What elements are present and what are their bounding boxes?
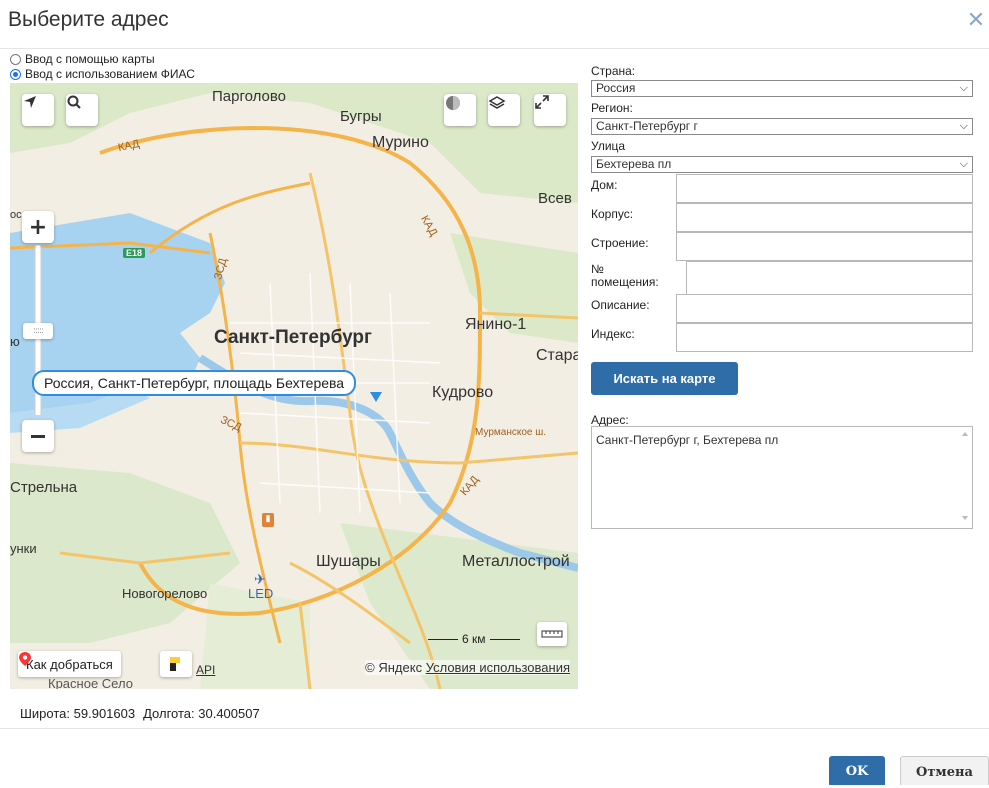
layers-button[interactable] (488, 94, 520, 126)
map-label-yanino: Янино-1 (465, 316, 527, 333)
copyright-text: © Яндекс (365, 660, 423, 675)
map-label-murino: Мурино (372, 134, 429, 151)
search-on-map-button[interactable]: Искать на карте (591, 362, 738, 395)
expand-icon (535, 95, 549, 109)
map-label-pargolovo: Парголово (212, 88, 287, 105)
route-button[interactable]: Как добраться (18, 651, 121, 677)
chevron-down-icon: ⌵ (959, 158, 968, 170)
api-link[interactable]: API (196, 663, 215, 677)
map-label-murmansk-hwy: Мурманское ш. (475, 427, 547, 438)
arrow-icon (24, 96, 36, 108)
map-label-airport: LED (248, 586, 274, 601)
latitude: Широта: 59.901603 (20, 706, 136, 721)
street-select[interactable]: Бехтерева пл ⌵ (591, 156, 973, 173)
plus-icon: + (28, 214, 48, 240)
house-label: Дом: (591, 178, 618, 192)
country-select[interactable]: Россия ⌵ (591, 80, 973, 97)
address-label: Адрес: (591, 413, 629, 427)
chevron-down-icon: ⌵ (959, 82, 968, 94)
address-textarea[interactable]: Санкт-Петербург г, Бехтерева пл (591, 426, 973, 529)
map-label-os: ос (10, 209, 22, 221)
map-label-novogorelovo: Новогорелово (122, 586, 208, 601)
traffic-icon (446, 96, 460, 110)
building-input[interactable] (676, 203, 973, 232)
radio-button[interactable] (10, 53, 21, 65)
street-value: Бехтерева пл (596, 157, 672, 171)
address-balloon[interactable]: Россия, Санкт-Петербург, площадь Бехтере… (32, 370, 357, 396)
grip-icon: ::::: (32, 326, 44, 336)
map-view[interactable]: Парголово Бугры Мурино Всев Санкт-Петерб… (10, 83, 578, 689)
structure-label: Строение: (591, 236, 649, 250)
zoom-in-button[interactable]: + (22, 211, 54, 243)
balloon-pointer (370, 392, 382, 402)
search-icon (67, 95, 81, 109)
ruler-icon (541, 630, 563, 638)
textarea-scrollbar[interactable] (958, 427, 972, 528)
map-label-kudrovo: Кудрово (432, 384, 494, 401)
house-input[interactable] (676, 174, 973, 203)
map-label-shushary: Шушары (316, 553, 381, 570)
radio-fias-mode[interactable]: Ввод с использованием ФИАС (10, 67, 195, 81)
layers-icon (488, 96, 506, 109)
radio-button-selected[interactable] (10, 68, 21, 80)
map-label-vsevolozhsk: Всев (538, 190, 572, 207)
map-label-strelna: Стрельна (10, 479, 78, 496)
route-label: Как добраться (26, 656, 113, 672)
map-label-metallostroy: Металлострой (462, 553, 570, 570)
chevron-down-icon: ⌵ (959, 120, 968, 132)
map-label-e18: E18 (123, 248, 146, 258)
footer-divider (0, 728, 989, 729)
map-label-unki: унки (10, 541, 37, 556)
region-value: Санкт-Петербург г (596, 119, 698, 133)
building-label: Корпус: (591, 207, 634, 221)
description-label: Описание: (591, 298, 650, 312)
map-label-spb: Санкт-Петербург (214, 327, 372, 348)
region-select[interactable]: Санкт-Петербург г ⌵ (591, 118, 973, 135)
scale-bar-left (428, 638, 458, 640)
fullscreen-button[interactable] (534, 94, 566, 126)
map-copyright: © Яндекс Условия использования (365, 660, 570, 675)
dialog-title: Выберите адрес (8, 8, 169, 31)
map-search-button[interactable] (66, 94, 98, 126)
radio-label: Ввод с помощью карты (25, 52, 155, 66)
airport-icon: ✈ (254, 571, 266, 587)
road-marker-icon: ▮ (262, 513, 274, 527)
index-input[interactable] (676, 323, 973, 352)
country-value: Россия (596, 81, 636, 95)
zoom-slider-handle[interactable]: ::::: (23, 323, 53, 339)
scale-label: 6 км (462, 632, 486, 646)
street-label: Улица (591, 139, 626, 153)
title-divider (0, 48, 989, 49)
radio-label: Ввод с использованием ФИАС (25, 67, 195, 81)
yandex-logo-icon (170, 657, 180, 671)
terms-link[interactable]: Условия использования (426, 660, 570, 675)
country-label: Страна: (591, 64, 636, 78)
map-label-bugry: Бугры (340, 108, 382, 125)
radio-map-mode[interactable]: Ввод с помощью карты (10, 52, 155, 66)
map-scale: 6 км (428, 632, 520, 646)
ruler-button[interactable] (537, 622, 567, 646)
close-icon[interactable]: ✕ (965, 10, 987, 32)
map-label-yu: ю (10, 334, 20, 349)
location-pin-icon (19, 652, 31, 666)
scale-bar-right (489, 638, 520, 640)
room-label: № помещения: (591, 262, 659, 289)
coordinates-readout: Широта: 59.901603 Долгота: 30.400507 (20, 706, 260, 721)
description-input[interactable] (676, 294, 973, 323)
address-value: Санкт-Петербург г, Бехтерева пл (596, 433, 779, 447)
ok-button[interactable]: OK (829, 756, 885, 785)
index-label: Индекс: (591, 327, 635, 341)
yandex-logo-button[interactable] (160, 651, 192, 677)
minus-icon (31, 434, 45, 438)
map-label-krasnoe-selo: Красное Село (48, 676, 133, 689)
traffic-button[interactable] (444, 94, 476, 126)
room-input[interactable] (686, 261, 973, 295)
map-label-stara: Стара (536, 347, 578, 364)
longitude: Долгота: 30.400507 (143, 706, 260, 721)
structure-input[interactable] (676, 232, 973, 261)
region-label: Регион: (591, 101, 633, 115)
geolocation-button[interactable] (22, 94, 54, 126)
cancel-button[interactable]: Отмена (900, 756, 989, 785)
zoom-out-button[interactable] (22, 420, 54, 452)
